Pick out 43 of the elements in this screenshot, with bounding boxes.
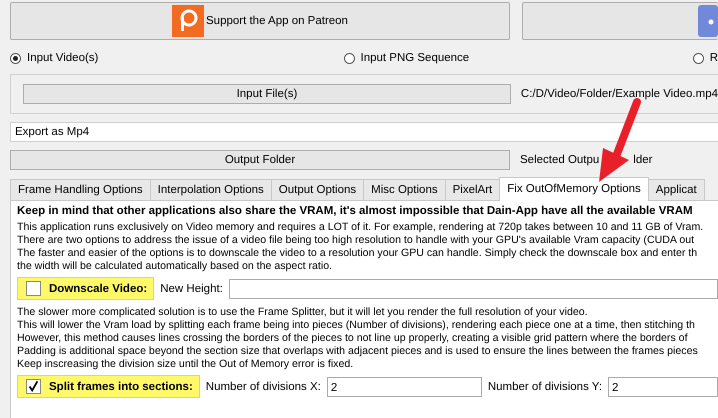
tab[interactable]: Interpolation Options <box>150 179 272 200</box>
tab[interactable]: Applicat <box>648 179 705 200</box>
export-format-field[interactable]: Export as Mp4 <box>10 122 718 142</box>
description-line: However, this method causes lines crossing the borders of the pieces to not line up properly, creating a visible grid pattern where the borders of <box>17 332 689 345</box>
description-line: This will lower the Vram load by splitting each frame being into pieces (Number of divisions), rendering each piece one at a time, then stitching th <box>17 319 696 332</box>
tab[interactable]: Misc Options <box>363 179 446 200</box>
radio-button[interactable] <box>692 52 704 64</box>
radio-label[interactable]: R <box>710 52 718 64</box>
description-line: The slower more complicated solution is to use the Frame Splitter, but it will let you render the full resolution of your video. <box>17 306 589 319</box>
input-path-text: C:/D/Video/Folder/Example Video.mp4 <box>520 88 718 100</box>
input-files-button[interactable]: Input File(s) <box>23 84 511 104</box>
patreon-logo-icon <box>172 5 204 37</box>
checkbox-label[interactable]: Downscale Video: <box>49 282 148 294</box>
checkbox-label[interactable]: Split frames into sections: <box>49 380 193 392</box>
discord-button[interactable] <box>522 2 718 40</box>
description-line: This application runs exclusively on Video memory and requires a LOT of it. For example, rendering at 720p takes between 10 and 11 GB of Vram. <box>17 221 704 234</box>
radio-label[interactable]: Input PNG Sequence <box>360 52 470 64</box>
checkbox[interactable] <box>26 379 41 394</box>
radio-button[interactable] <box>344 52 354 64</box>
radio-label[interactable]: Input Video(s) <box>27 52 98 64</box>
description-line: Padding is additional space beyond the section size that overlaps with adjacent pieces and is used to ensure the lines between the frames pieces <box>17 345 699 358</box>
new-height-label: New Height: <box>160 282 223 294</box>
chat-logo-icon <box>698 5 718 37</box>
checkbox[interactable] <box>26 281 41 296</box>
tab[interactable]: PixelArt <box>444 179 500 200</box>
tab[interactable]: Output Options <box>270 179 364 200</box>
output-path-text: lder <box>633 154 652 166</box>
divisions-y-field[interactable]: 2 <box>608 376 718 396</box>
output-folder-button[interactable]: Output Folder <box>10 150 510 170</box>
description-line: the width will be calculated automatically based on the aspect ratio. <box>17 260 334 273</box>
divisions-y-label: Number of divisions Y: <box>488 380 602 392</box>
output-path-text: Selected Outpu <box>520 154 600 166</box>
warning-text: Keep in mind that other applications also share the VRAM, it's almost impossible that Dain-App have all the available VRAM <box>17 205 694 217</box>
divisions-x-field[interactable]: 2 <box>326 376 482 396</box>
tab[interactable]: Fix OutOfMemory Options <box>499 177 649 201</box>
description-line: There are two options to address the issue of a video file being too high resolution to handle with your GPU's available Vram capacity (CUDA out <box>17 234 696 247</box>
description-line: The faster and easier of the options is to downscale the video to a resolution your GPU can handle. Simply check the downscale box and enter th <box>17 247 698 260</box>
description-line: Keep inscreasing the division size until the Out of Memory error is fixed. <box>17 358 354 371</box>
radio-button[interactable] <box>10 52 21 64</box>
patreon-button[interactable]: Support the App on Patreon <box>10 2 510 40</box>
new-height-field[interactable] <box>228 278 718 298</box>
divisions-x-label: Number of divisions X: <box>206 380 321 392</box>
tab[interactable]: Frame Handling Options <box>10 179 151 200</box>
